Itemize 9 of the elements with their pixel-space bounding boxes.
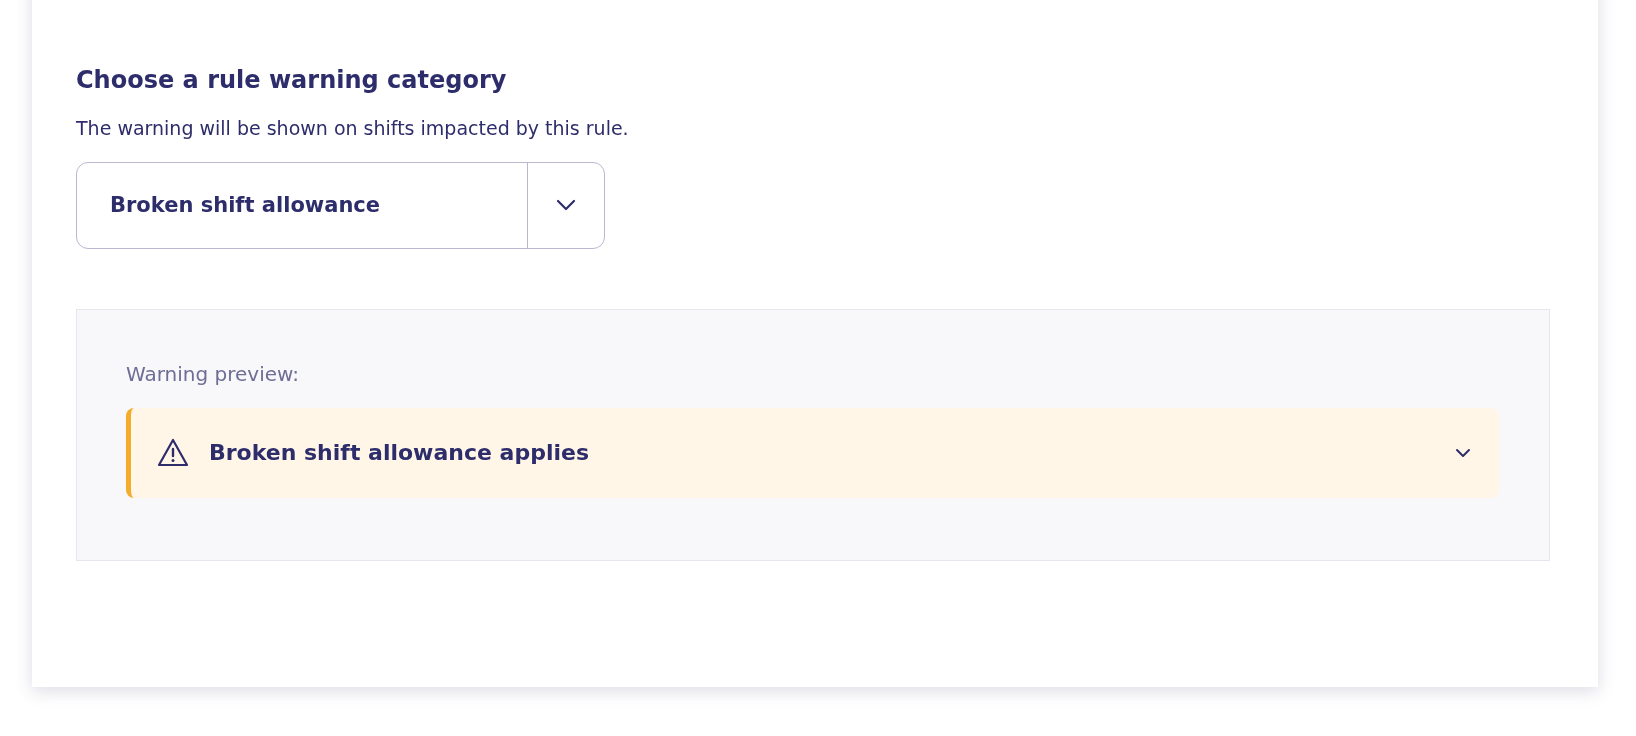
category-select[interactable]: Broken shift allowance xyxy=(76,161,605,249)
warning-icon xyxy=(157,438,189,468)
section-heading: Choose a rule warning category xyxy=(76,66,508,95)
warning-title: Broken shift allowance applies xyxy=(209,440,590,466)
chevron-down-icon xyxy=(556,199,576,212)
description-text: The warning will be shown on shifts impacted by this rule. xyxy=(76,116,630,140)
preview-label: Warning preview: xyxy=(126,361,301,386)
chevron-down-icon xyxy=(1455,447,1471,458)
warning-banner[interactable]: Broken shift allowance applies xyxy=(126,407,1499,498)
